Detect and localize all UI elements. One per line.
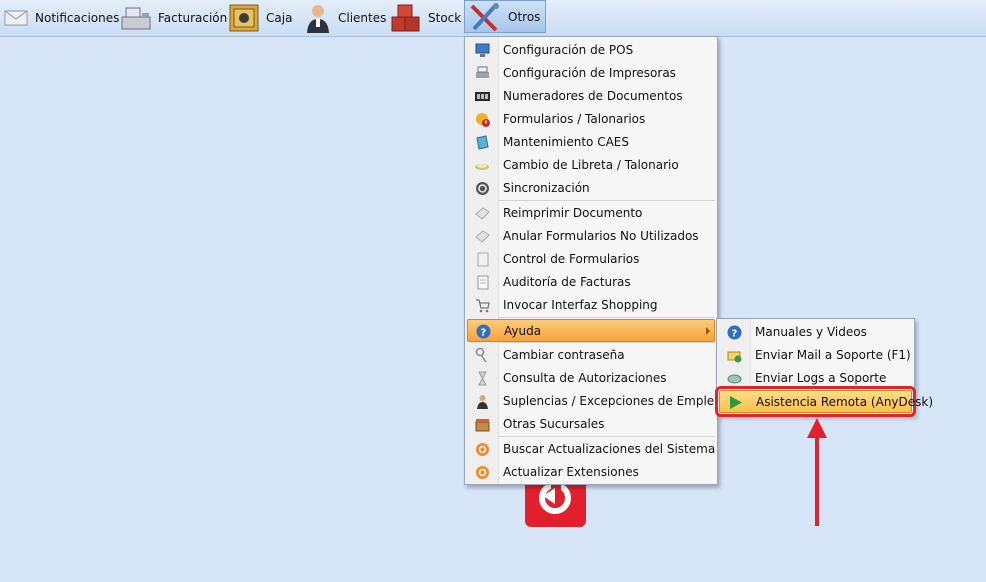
hourglass-icon (475, 371, 490, 386)
ayuda-submenu: ? Manuales y Videos Enviar Mail a Soport… (715, 318, 933, 417)
menu-separator (499, 342, 715, 343)
submenu-item-manuales[interactable]: ? Manuales y Videos (719, 321, 912, 344)
monitor-icon (475, 43, 490, 58)
menu-item-label: Cambiar contraseña (503, 348, 625, 362)
menu-item-label: Buscar Actualizaciones del Sistema (503, 442, 716, 456)
sync-icon (475, 181, 490, 196)
mail-icon (727, 348, 742, 363)
printer-icon (475, 66, 490, 81)
menu-item-ayuda[interactable]: ? Ayuda (467, 319, 715, 342)
main-toolbar: Notificaciones Facturación Caja Clientes… (0, 0, 986, 37)
menu-item-consulta-autorizaciones[interactable]: Consulta de Autorizaciones (467, 367, 715, 390)
menu-item-label: Numeradores de Documentos (503, 89, 683, 103)
play-icon (728, 395, 743, 410)
toolbar-clientes-label: Clientes (338, 10, 387, 25)
toolbar-caja-label: Caja (266, 10, 293, 25)
stores-icon (475, 417, 490, 432)
help-icon: ? (727, 325, 742, 340)
menu-item-label: Reimprimir Documento (503, 206, 643, 220)
toolbar-otros[interactable]: Otros (464, 0, 546, 33)
menu-item-numeradores[interactable]: Numeradores de Documentos (467, 85, 715, 108)
menu-item-reimprimir[interactable]: Reimprimir Documento (467, 202, 715, 225)
menu-item-formularios[interactable]: Formularios / Talonarios (467, 108, 715, 131)
svg-text:?: ? (481, 328, 487, 339)
menu-separator (499, 200, 715, 201)
forms-warning-icon (475, 112, 490, 127)
person-icon (304, 2, 332, 34)
submenu-item-label: Manuales y Videos (755, 325, 867, 339)
update-icon (475, 442, 490, 457)
cart-icon (475, 298, 490, 313)
toolbar-otros-label: Otros (508, 9, 541, 24)
submenu-item-asistencia-remota[interactable]: Asistencia Remota (AnyDesk) (715, 386, 933, 417)
menu-item-label: Ayuda (504, 324, 542, 338)
svg-text:?: ? (732, 329, 738, 340)
boxes-icon (390, 3, 422, 33)
menu-item-interfaz-shopping[interactable]: Invocar Interfaz Shopping (467, 294, 715, 317)
menu-item-mantenimiento-caes[interactable]: Mantenimiento CAES (467, 131, 715, 154)
safe-icon (228, 3, 260, 33)
booklet-icon (475, 158, 490, 173)
menu-item-cambio-libreta[interactable]: Cambio de Libreta / Talonario (467, 154, 715, 177)
toolbar-notificaciones[interactable]: Notificaciones (4, 0, 119, 35)
toolbar-caja[interactable]: Caja (228, 0, 292, 35)
menu-separator (499, 317, 715, 318)
menu-item-label: Cambio de Libreta / Talonario (503, 158, 679, 172)
document-icon (475, 252, 490, 267)
menu-item-label: Auditoría de Facturas (503, 275, 631, 289)
menu-item-label: Anular Formularios No Utilizados (503, 229, 699, 243)
submenu-arrow-icon (706, 327, 710, 335)
submenu-item-label: Enviar Logs a Soporte (755, 371, 887, 385)
submenu-item-enviar-mail[interactable]: Enviar Mail a Soporte (F1) (719, 344, 912, 367)
toolbar-facturacion[interactable]: Facturación (120, 0, 227, 35)
menu-item-label: Actualizar Extensiones (503, 465, 639, 479)
reprint-icon (475, 206, 490, 221)
invoice-icon (475, 275, 490, 290)
menu-item-config-pos[interactable]: Configuración de POS (467, 39, 715, 62)
otros-menu: Configuración de POS Configuración de Im… (464, 36, 743, 485)
employee-icon (475, 394, 490, 409)
menu-separator (499, 436, 715, 437)
toolbar-notificaciones-label: Notificaciones (35, 10, 120, 25)
annotation-arrow-shaft (815, 432, 819, 526)
menu-item-label: Formularios / Talonarios (503, 112, 646, 126)
menu-item-anular-formularios[interactable]: Anular Formularios No Utilizados (467, 225, 715, 248)
menu-item-suplencias[interactable]: Suplencias / Excepciones de Empleados (467, 390, 743, 413)
menu-item-label: Configuración de POS (503, 43, 634, 57)
menu-item-actualizar-extensiones[interactable]: Actualizar Extensiones (467, 461, 715, 484)
menu-item-label: Suplencias / Excepciones de Empleados (503, 394, 743, 408)
toolbar-clientes[interactable]: Clientes (304, 0, 386, 35)
submenu-item-label: Enviar Mail a Soporte (F1) (755, 348, 911, 362)
logs-icon (727, 371, 742, 386)
menu-item-label: Consulta de Autorizaciones (503, 371, 667, 385)
menu-item-buscar-actualizaciones[interactable]: Buscar Actualizaciones del Sistema (467, 438, 715, 461)
tools-icon (468, 2, 502, 32)
submenu-item-label: Asistencia Remota (AnyDesk) (756, 395, 934, 409)
toolbar-stock-label: Stock (428, 10, 462, 25)
menu-item-label: Configuración de Impresoras (503, 66, 676, 80)
menu-item-label: Control de Formularios (503, 252, 640, 266)
help-icon: ? (476, 324, 491, 339)
submenu-item-enviar-logs[interactable]: Enviar Logs a Soporte (719, 367, 912, 390)
menu-item-control-formularios[interactable]: Control de Formularios (467, 248, 715, 271)
menu-item-auditoria-facturas[interactable]: Auditoría de Facturas (467, 271, 715, 294)
toolbar-facturacion-label: Facturación (158, 10, 228, 25)
cash-register-icon (120, 5, 152, 31)
void-forms-icon (475, 229, 490, 244)
menu-item-label: Otras Sucursales (503, 417, 605, 431)
menu-item-otras-sucursales[interactable]: Otras Sucursales (467, 413, 715, 436)
menu-item-label: Sincronización (503, 181, 590, 195)
menu-item-sincronizacion[interactable]: Sincronización (467, 177, 715, 200)
toolbar-stock[interactable]: Stock (390, 0, 461, 35)
update-icon (475, 465, 490, 480)
book-icon (475, 135, 490, 150)
menu-item-config-impresoras[interactable]: Configuración de Impresoras (467, 62, 715, 85)
envelope-icon (4, 9, 29, 27)
menu-item-label: Invocar Interfaz Shopping (503, 298, 658, 312)
key-icon (475, 347, 490, 363)
menu-item-cambiar-contrasena[interactable]: Cambiar contraseña (467, 344, 715, 367)
counter-icon (475, 89, 490, 104)
menu-item-label: Mantenimiento CAES (503, 135, 629, 149)
